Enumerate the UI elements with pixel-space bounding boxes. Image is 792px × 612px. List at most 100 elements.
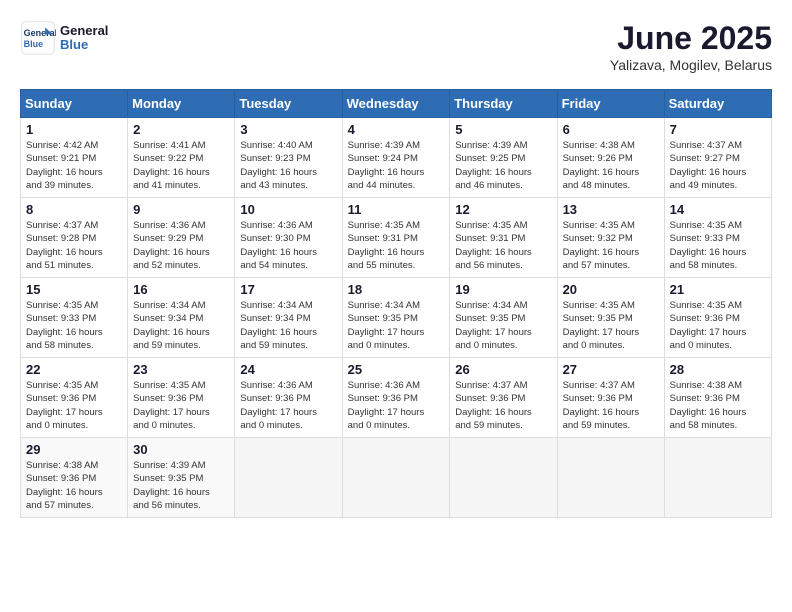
title-section: June 2025 Yalizava, Mogilev, Belarus xyxy=(610,20,772,73)
day-info: Sunrise: 4:37 AM Sunset: 9:28 PM Dayligh… xyxy=(26,219,122,272)
calendar-cell: 9Sunrise: 4:36 AM Sunset: 9:29 PM Daylig… xyxy=(128,198,235,278)
calendar-week-row: 22 Sunrise: 4:35 AM Sunset: 9:36 PM Dayli… xyxy=(21,358,772,438)
day-info: Sunrise: 4:34 AM Sunset: 9:34 PM Dayligh… xyxy=(133,299,229,352)
day-number: 18 xyxy=(348,282,445,297)
calendar-week-row: 1 Sunrise: 4:42 AM Sunset: 9:21 PM Daylig… xyxy=(21,118,772,198)
day-info: Sunrise: 4:35 AM Sunset: 9:36 PM Dayligh… xyxy=(670,299,766,352)
day-info: Sunrise: 4:41 AM Sunset: 9:22 PM Dayligh… xyxy=(133,139,229,192)
day-info: Sunrise: 4:37 AM Sunset: 9:36 PM Dayligh… xyxy=(455,379,551,432)
day-number: 7 xyxy=(670,122,766,137)
calendar-cell: 13Sunrise: 4:35 AM Sunset: 9:32 PM Dayli… xyxy=(557,198,664,278)
day-number: 14 xyxy=(670,202,766,217)
calendar-cell: 22 Sunrise: 4:35 AM Sunset: 9:36 PM Dayli… xyxy=(21,358,128,438)
day-number: 26 xyxy=(455,362,551,377)
calendar-cell: 14 Sunrise: 4:35 AM Sunset: 9:33 PM Dayli… xyxy=(664,198,771,278)
calendar-cell xyxy=(235,438,342,518)
calendar-cell: 1 Sunrise: 4:42 AM Sunset: 9:21 PM Daylig… xyxy=(21,118,128,198)
day-number: 8 xyxy=(26,202,122,217)
calendar-cell: 15 Sunrise: 4:35 AM Sunset: 9:33 PM Dayli… xyxy=(21,278,128,358)
calendar-header-tuesday: Tuesday xyxy=(235,90,342,118)
calendar-header-friday: Friday xyxy=(557,90,664,118)
day-number: 30 xyxy=(133,442,229,457)
calendar-cell: 19 Sunrise: 4:34 AM Sunset: 9:35 PM Dayli… xyxy=(450,278,557,358)
day-number: 21 xyxy=(670,282,766,297)
day-info: Sunrise: 4:35 AM Sunset: 9:35 PM Dayligh… xyxy=(563,299,659,352)
calendar-cell: 16Sunrise: 4:34 AM Sunset: 9:34 PM Dayli… xyxy=(128,278,235,358)
day-number: 9 xyxy=(133,202,229,217)
calendar-cell: 29Sunrise: 4:38 AM Sunset: 9:36 PM Dayli… xyxy=(21,438,128,518)
calendar-cell xyxy=(557,438,664,518)
day-info: Sunrise: 4:42 AM Sunset: 9:21 PM Dayligh… xyxy=(26,139,122,192)
day-info: Sunrise: 4:35 AM Sunset: 9:33 PM Dayligh… xyxy=(26,299,122,352)
calendar-cell: 11 Sunrise: 4:35 AM Sunset: 9:31 PM Dayli… xyxy=(342,198,450,278)
calendar-cell: 25Sunrise: 4:36 AM Sunset: 9:36 PM Dayli… xyxy=(342,358,450,438)
day-number: 19 xyxy=(455,282,551,297)
day-number: 1 xyxy=(26,122,122,137)
day-info: Sunrise: 4:40 AM Sunset: 9:23 PM Dayligh… xyxy=(240,139,336,192)
day-info: Sunrise: 4:37 AM Sunset: 9:27 PM Dayligh… xyxy=(670,139,766,192)
day-number: 28 xyxy=(670,362,766,377)
location: Yalizava, Mogilev, Belarus xyxy=(610,57,772,73)
calendar-cell: 12Sunrise: 4:35 AM Sunset: 9:31 PM Dayli… xyxy=(450,198,557,278)
day-number: 3 xyxy=(240,122,336,137)
calendar-cell: 17 Sunrise: 4:34 AM Sunset: 9:34 PM Dayli… xyxy=(235,278,342,358)
logo-line2: Blue xyxy=(60,38,108,52)
day-info: Sunrise: 4:35 AM Sunset: 9:31 PM Dayligh… xyxy=(348,219,445,272)
calendar-header-thursday: Thursday xyxy=(450,90,557,118)
day-info: Sunrise: 4:35 AM Sunset: 9:36 PM Dayligh… xyxy=(26,379,122,432)
calendar-cell xyxy=(664,438,771,518)
calendar-cell xyxy=(342,438,450,518)
calendar-cell: 6 Sunrise: 4:38 AM Sunset: 9:26 PM Daylig… xyxy=(557,118,664,198)
day-number: 4 xyxy=(348,122,445,137)
calendar-cell xyxy=(450,438,557,518)
calendar-week-row: 15 Sunrise: 4:35 AM Sunset: 9:33 PM Dayli… xyxy=(21,278,772,358)
logo-text: General Blue xyxy=(60,24,108,53)
day-info: Sunrise: 4:36 AM Sunset: 9:30 PM Dayligh… xyxy=(240,219,336,272)
month-year: June 2025 xyxy=(610,20,772,57)
calendar-cell: 26 Sunrise: 4:37 AM Sunset: 9:36 PM Dayli… xyxy=(450,358,557,438)
day-number: 20 xyxy=(563,282,659,297)
calendar-cell: 28Sunrise: 4:38 AM Sunset: 9:36 PM Dayli… xyxy=(664,358,771,438)
day-info: Sunrise: 4:35 AM Sunset: 9:31 PM Dayligh… xyxy=(455,219,551,272)
calendar-header-row: SundayMondayTuesdayWednesdayThursdayFrid… xyxy=(21,90,772,118)
day-number: 2 xyxy=(133,122,229,137)
day-info: Sunrise: 4:34 AM Sunset: 9:34 PM Dayligh… xyxy=(240,299,336,352)
calendar-cell: 21 Sunrise: 4:35 AM Sunset: 9:36 PM Dayli… xyxy=(664,278,771,358)
calendar-cell: 27 Sunrise: 4:37 AM Sunset: 9:36 PM Dayli… xyxy=(557,358,664,438)
logo-line1: General xyxy=(60,24,108,38)
calendar-cell: 10 Sunrise: 4:36 AM Sunset: 9:30 PM Dayli… xyxy=(235,198,342,278)
day-info: Sunrise: 4:35 AM Sunset: 9:33 PM Dayligh… xyxy=(670,219,766,272)
day-number: 5 xyxy=(455,122,551,137)
day-info: Sunrise: 4:36 AM Sunset: 9:36 PM Dayligh… xyxy=(348,379,445,432)
calendar-cell: 20 Sunrise: 4:35 AM Sunset: 9:35 PM Dayli… xyxy=(557,278,664,358)
calendar-table: SundayMondayTuesdayWednesdayThursdayFrid… xyxy=(20,89,772,518)
day-number: 23 xyxy=(133,362,229,377)
logo-icon: General Blue xyxy=(20,20,56,56)
calendar-cell: 24 Sunrise: 4:36 AM Sunset: 9:36 PM Dayli… xyxy=(235,358,342,438)
calendar-cell: 18Sunrise: 4:34 AM Sunset: 9:35 PM Dayli… xyxy=(342,278,450,358)
day-info: Sunrise: 4:38 AM Sunset: 9:26 PM Dayligh… xyxy=(563,139,659,192)
day-number: 24 xyxy=(240,362,336,377)
day-info: Sunrise: 4:37 AM Sunset: 9:36 PM Dayligh… xyxy=(563,379,659,432)
calendar-cell: 3 Sunrise: 4:40 AM Sunset: 9:23 PM Daylig… xyxy=(235,118,342,198)
calendar-header-wednesday: Wednesday xyxy=(342,90,450,118)
day-number: 10 xyxy=(240,202,336,217)
day-number: 22 xyxy=(26,362,122,377)
calendar-week-row: 8 Sunrise: 4:37 AM Sunset: 9:28 PM Daylig… xyxy=(21,198,772,278)
calendar-week-row: 29Sunrise: 4:38 AM Sunset: 9:36 PM Dayli… xyxy=(21,438,772,518)
calendar-cell: 7 Sunrise: 4:37 AM Sunset: 9:27 PM Daylig… xyxy=(664,118,771,198)
day-number: 11 xyxy=(348,202,445,217)
calendar-cell: 5Sunrise: 4:39 AM Sunset: 9:25 PM Daylig… xyxy=(450,118,557,198)
day-number: 6 xyxy=(563,122,659,137)
day-number: 29 xyxy=(26,442,122,457)
day-info: Sunrise: 4:36 AM Sunset: 9:36 PM Dayligh… xyxy=(240,379,336,432)
day-info: Sunrise: 4:35 AM Sunset: 9:32 PM Dayligh… xyxy=(563,219,659,272)
page-header: General Blue General Blue June 2025 Yali… xyxy=(20,20,772,73)
logo: General Blue General Blue xyxy=(20,20,108,56)
day-number: 15 xyxy=(26,282,122,297)
day-info: Sunrise: 4:34 AM Sunset: 9:35 PM Dayligh… xyxy=(455,299,551,352)
calendar-header-sunday: Sunday xyxy=(21,90,128,118)
day-number: 27 xyxy=(563,362,659,377)
day-info: Sunrise: 4:35 AM Sunset: 9:36 PM Dayligh… xyxy=(133,379,229,432)
day-number: 17 xyxy=(240,282,336,297)
